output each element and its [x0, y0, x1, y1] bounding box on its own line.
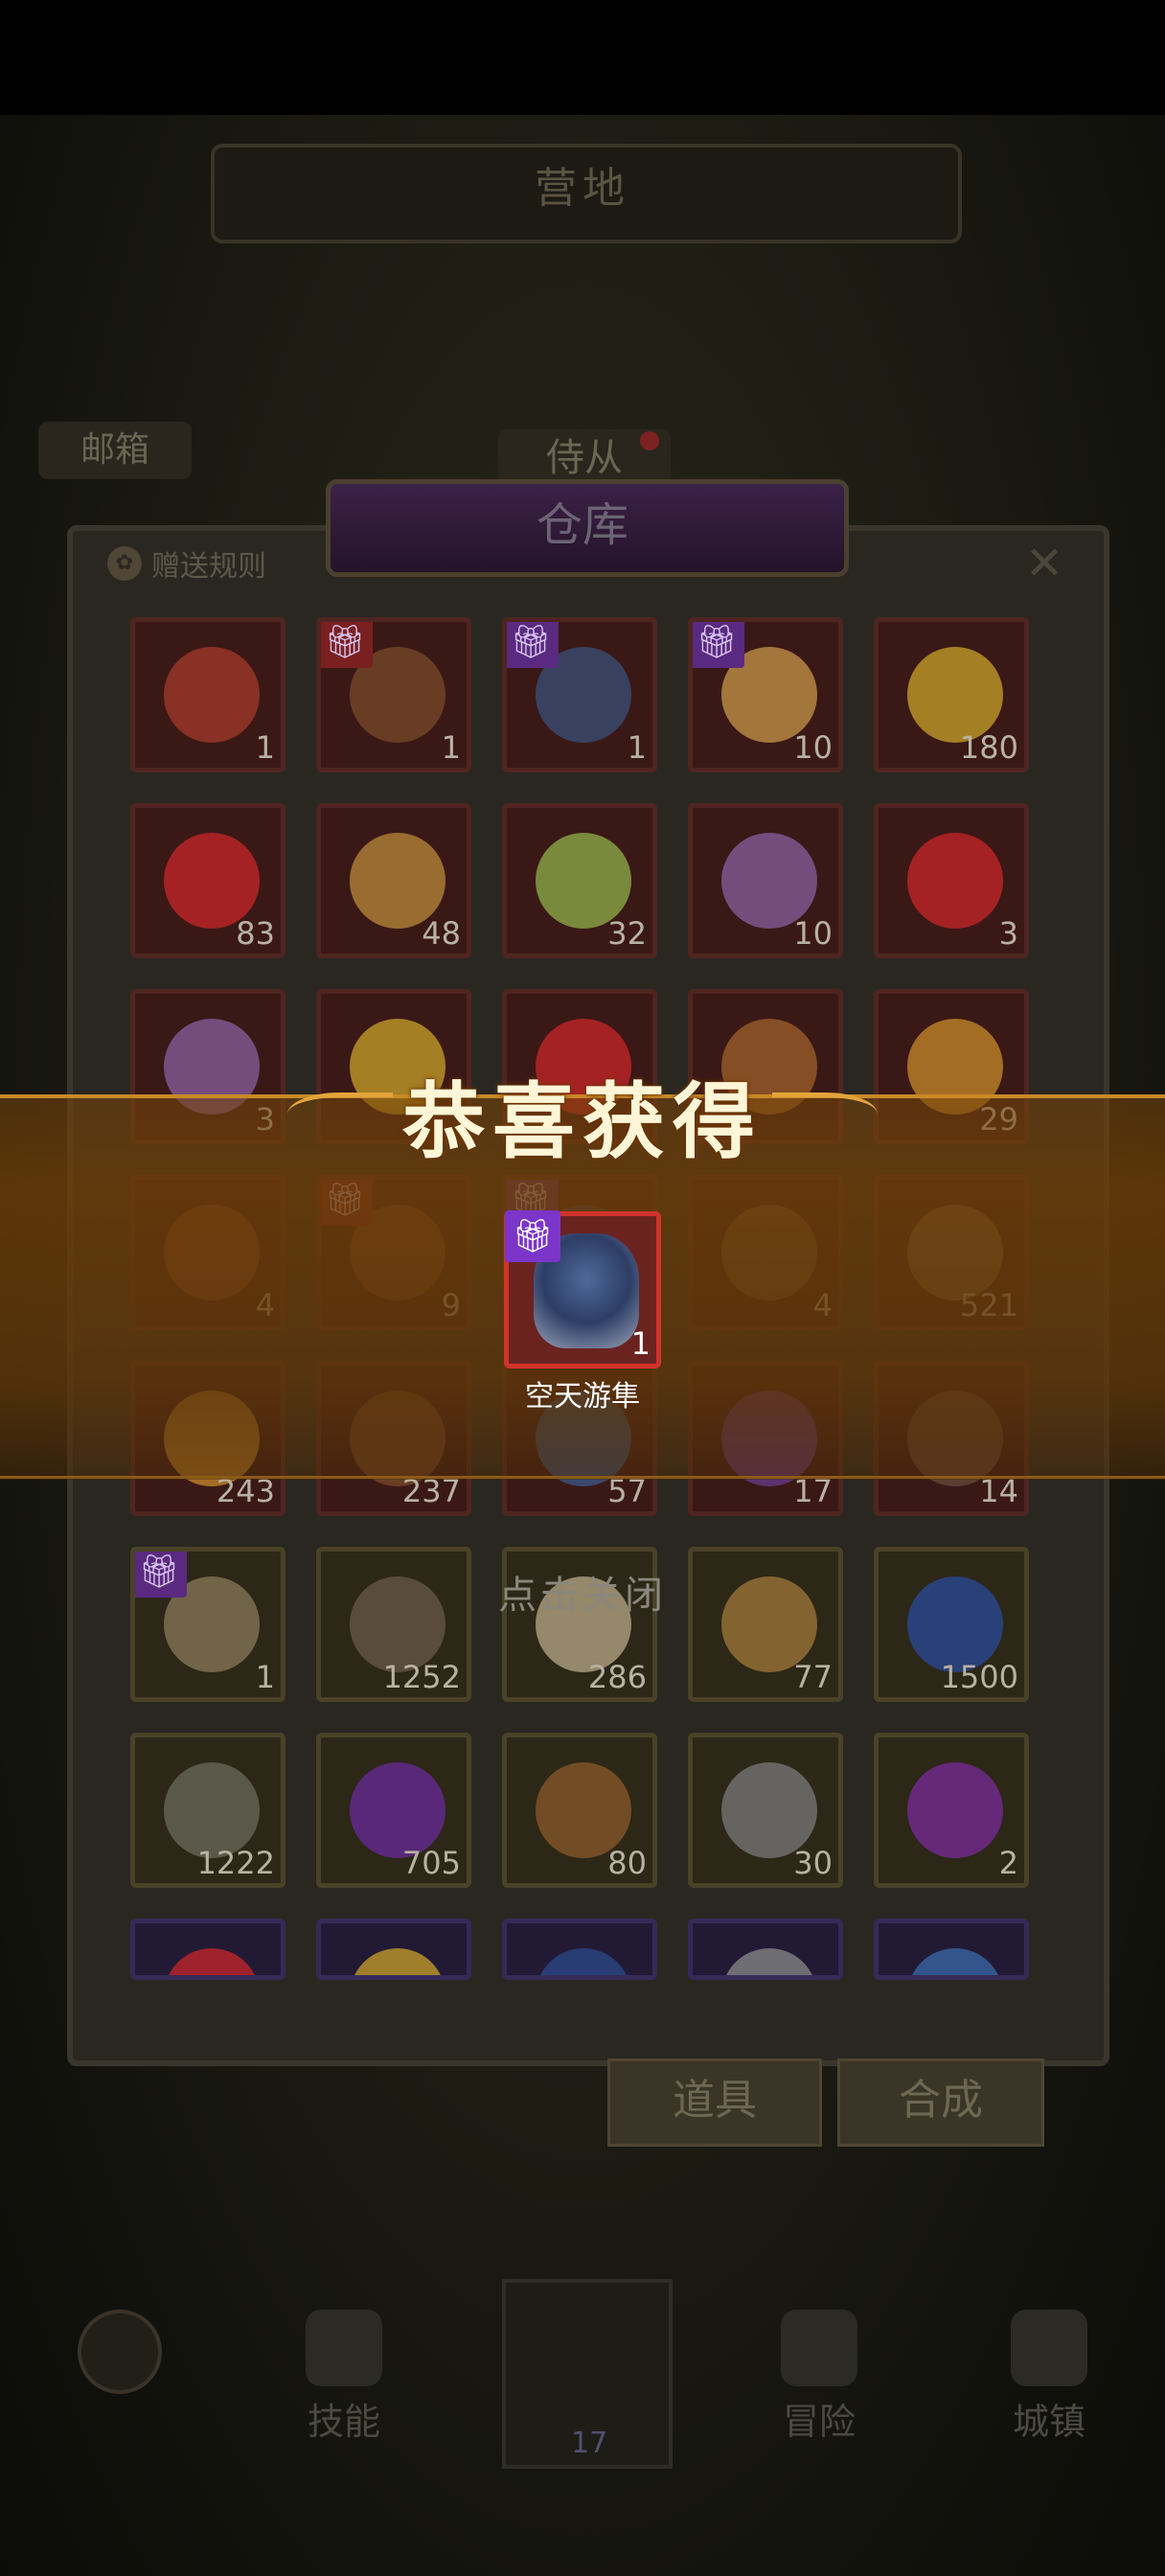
inventory-slot[interactable]: 1222: [130, 1733, 286, 1888]
inventory-slot[interactable]: 🎁︎ 1: [502, 617, 657, 772]
item-quantity: 1: [627, 729, 647, 766]
inventory-slot[interactable]: 10: [688, 803, 843, 958]
red-crystal-icon: [164, 1948, 260, 1975]
item-quantity: 1252: [382, 1659, 461, 1695]
item-quantity: 83: [236, 915, 275, 952]
warehouse-title: 仓库: [536, 498, 628, 552]
reward-banner-bottom-line: [0, 1476, 1165, 1479]
reward-item[interactable]: 🎁︎ 1: [504, 1210, 661, 1368]
inventory-slot[interactable]: [316, 1919, 471, 1980]
item-quantity: 10: [793, 729, 833, 766]
item-quantity: 1500: [940, 1659, 1018, 1695]
close-circle-icon: [78, 2310, 162, 2394]
compass-icon: [164, 1762, 260, 1858]
inventory-slot[interactable]: 🎁︎ 1: [130, 1547, 286, 1702]
item-quantity: 80: [607, 1845, 647, 1881]
purple-rune-icon: [907, 1762, 1003, 1858]
red-gem-icon: [907, 833, 1003, 929]
inventory-slot[interactable]: [688, 1919, 843, 1980]
item-quantity: 2: [998, 1845, 1018, 1881]
tab-craft[interactable]: 合成: [837, 2058, 1044, 2147]
nav-town[interactable]: 城镇: [977, 2310, 1121, 2453]
camp-title: 营地: [535, 164, 630, 213]
potion-icon: [536, 1948, 631, 1975]
reward-title: 恭喜获得: [402, 1074, 763, 1170]
inventory-slot[interactable]: 🎁︎ 10: [688, 617, 843, 772]
yellow-crystal-icon: [350, 1948, 445, 1975]
item-quantity: 1222: [196, 1845, 275, 1881]
inventory-slot[interactable]: [874, 1919, 1029, 1980]
gift-rules-link[interactable]: 赠送规则: [151, 542, 266, 585]
inventory-slot[interactable]: 2: [874, 1733, 1029, 1888]
town-castle-icon: [1011, 2310, 1087, 2386]
nav-adventure[interactable]: 冒险: [747, 2310, 891, 2453]
item-quantity: 180: [959, 729, 1018, 766]
item-quantity: 30: [793, 1845, 833, 1881]
inventory-slot[interactable]: 80: [502, 1733, 657, 1888]
inventory-slot[interactable]: 1: [130, 617, 286, 772]
voodoo-doll-icon: [536, 1762, 631, 1858]
red-gem-icon: [164, 833, 260, 929]
gift-icon: 🎁︎: [321, 622, 373, 668]
nav-skills[interactable]: 技能: [272, 2310, 416, 2453]
item-quantity: 48: [422, 915, 461, 952]
nav-adventure-label: 冒险: [782, 2401, 856, 2443]
gift-rules-icon: ✿: [107, 546, 142, 581]
inventory-slot[interactable]: 30: [688, 1733, 843, 1888]
mailbox-button[interactable]: 邮箱: [38, 422, 192, 479]
inventory-slot[interactable]: 180: [874, 617, 1029, 772]
tap-to-close-hint[interactable]: 点击关闭: [402, 1564, 763, 1620]
key-icon: [164, 647, 260, 743]
coin-icon: [721, 1948, 817, 1975]
adventure-map-icon: [781, 2310, 857, 2386]
notification-dot: [640, 431, 659, 450]
inventory-slot[interactable]: [130, 1919, 286, 1980]
gift-icon: 🎁︎: [693, 622, 744, 668]
tab-items[interactable]: 道具: [607, 2058, 822, 2147]
purple-potion-icon: [350, 1762, 445, 1858]
crystal-icon: [721, 833, 817, 929]
gift-icon: 🎁︎: [505, 1210, 560, 1262]
inventory-slot[interactable]: [502, 1919, 657, 1980]
item-quantity: 10: [793, 915, 833, 952]
reward-item-name: 空天游隼: [525, 1380, 640, 1414]
inventory-slot[interactable]: 🎁︎ 1: [316, 617, 471, 772]
item-quantity: 32: [607, 915, 647, 952]
skills-icon: [306, 2310, 382, 2386]
item-quantity: 705: [401, 1845, 461, 1881]
reward-item-quantity: 1: [630, 1325, 651, 1362]
nav-close-button[interactable]: [48, 2310, 192, 2453]
inventory-slot[interactable]: 83: [130, 803, 286, 958]
nav-town-label: 城镇: [1012, 2401, 1085, 2443]
feather-icon: [350, 833, 445, 929]
blue-crystal-icon: [907, 1948, 1003, 1975]
flag-icon: [907, 1576, 1003, 1672]
green-orb-icon: [536, 833, 631, 929]
item-quantity: 1: [441, 729, 461, 766]
item-quantity: 1: [255, 1659, 275, 1695]
item-quantity: 77: [793, 1659, 833, 1695]
gift-icon: 🎁︎: [507, 622, 559, 668]
crossed-swords-coin-icon: [721, 1762, 817, 1858]
item-quantity: 1: [255, 729, 275, 766]
item-quantity: 286: [587, 1659, 647, 1695]
gift-icon: 🎁︎: [135, 1552, 187, 1598]
inventory-slot[interactable]: 705: [316, 1733, 471, 1888]
close-icon[interactable]: ✕: [1025, 537, 1063, 590]
nav-center-count: 17: [571, 2426, 608, 2460]
item-quantity: 3: [998, 915, 1018, 952]
inventory-slot[interactable]: 32: [502, 803, 657, 958]
golden-mask-icon: [907, 647, 1003, 743]
nav-skills-label: 技能: [307, 2401, 380, 2443]
inventory-slot[interactable]: 3: [874, 803, 1029, 958]
inventory-slot[interactable]: 48: [316, 803, 471, 958]
inventory-slot[interactable]: 1500: [874, 1547, 1029, 1702]
